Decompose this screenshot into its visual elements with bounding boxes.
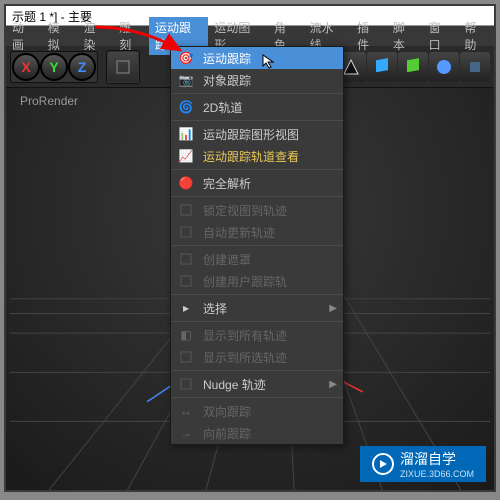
menu-separator — [171, 245, 343, 246]
menu-help[interactable]: 帮助 — [458, 17, 494, 55]
menu-item-6[interactable]: 📈 运动跟踪轨道查看 — [171, 145, 343, 167]
menu-item-11: 自动更新轨迹 — [171, 221, 343, 243]
annotation-arrow — [90, 22, 190, 62]
menu-item-icon: → — [177, 424, 195, 442]
watermark-brand: 溜溜自学 — [400, 451, 456, 467]
menu-item-8[interactable]: 🔴 完全解析 — [171, 172, 343, 194]
menu-item-icon: 🌀 — [177, 98, 195, 116]
menu-animation[interactable]: 动画 — [6, 17, 42, 55]
menubar: 动画 模拟 渲染 雕刻 运动跟踪 运动图形 角色 流水线 插件 脚本 窗口 帮助 — [6, 26, 494, 46]
cube-green-icon[interactable] — [398, 52, 428, 82]
menu-item-icon — [177, 201, 195, 219]
cursor-icon — [262, 54, 278, 75]
menu-item-icon — [177, 348, 195, 366]
menu-item-16[interactable]: ▸ 选择 ▶ — [171, 297, 343, 319]
menu-script[interactable]: 脚本 — [387, 17, 423, 55]
menu-item-label: 创建遮罩 — [203, 251, 251, 268]
menu-item-label: 创建用户跟踪轨 — [203, 273, 287, 290]
menu-item-icon: 📊 — [177, 125, 195, 143]
menu-separator — [171, 93, 343, 94]
menu-item-label: 双向跟踪 — [203, 403, 251, 420]
menu-item-24: → 向前跟踪 — [171, 422, 343, 444]
menu-item-13: 创建遮罩 — [171, 248, 343, 270]
menu-item-label: 运动跟踪 — [203, 50, 251, 67]
menu-separator — [171, 120, 343, 121]
menu-item-icon: 📷 — [177, 71, 195, 89]
menu-item-icon — [177, 375, 195, 393]
menu-item-label: 2D轨道 — [203, 99, 242, 116]
menu-window[interactable]: 窗口 — [423, 17, 459, 55]
menu-item-14: 创建用户跟踪轨 — [171, 270, 343, 292]
menu-item-icon — [177, 223, 195, 241]
menu-item-icon: ◧ — [177, 326, 195, 344]
menu-item-label: 运动跟踪图形视图 — [203, 126, 299, 143]
menu-item-icon — [177, 250, 195, 268]
menu-item-icon: 🔴 — [177, 174, 195, 192]
menu-separator — [171, 397, 343, 398]
menu-item-label: 显示到所有轨迹 — [203, 327, 287, 344]
menu-item-0[interactable]: 🎯运动跟踪 — [171, 47, 343, 69]
menu-item-23: ↔ 双向跟踪 — [171, 400, 343, 422]
menu-item-10: 锁定视图到轨迹 — [171, 199, 343, 221]
misc-tool-icon[interactable] — [460, 52, 490, 82]
menu-item-label: 自动更新轨迹 — [203, 224, 275, 241]
menu-separator — [171, 196, 343, 197]
submenu-arrow-icon: ▶ — [329, 379, 337, 390]
menu-item-label: 完全解析 — [203, 175, 251, 192]
menu-item-19: 显示到所选轨迹 — [171, 346, 343, 368]
menu-item-18: ◧ 显示到所有轨迹 — [171, 324, 343, 346]
sphere-icon[interactable] — [429, 52, 459, 82]
menu-separator — [171, 370, 343, 371]
menu-item-label: 对象跟踪 — [203, 72, 251, 89]
menu-item-icon: 📈 — [177, 147, 195, 165]
menu-separator — [171, 294, 343, 295]
menu-item-1[interactable]: 📷 对象跟踪 — [171, 69, 343, 91]
axis-y-button[interactable]: Y — [40, 53, 68, 81]
menu-item-21[interactable]: Nudge 轨迹 ▶ — [171, 373, 343, 395]
menu-item-label: 显示到所选轨迹 — [203, 349, 287, 366]
watermark: 溜溜自学 ZIXUE.3D66.COM — [360, 446, 486, 482]
menu-item-label: 选择 — [203, 300, 227, 317]
menu-item-label: 锁定视图到轨迹 — [203, 202, 287, 219]
menu-item-icon: ▸ — [177, 299, 195, 317]
menu-plugins[interactable]: 插件 — [351, 17, 387, 55]
menu-item-label: Nudge 轨迹 — [203, 376, 266, 393]
motion-tracking-menu: 🎯运动跟踪 📷 对象跟踪 🌀 2D轨道 📊 运动跟踪图形视图 📈 运动跟踪轨道查看 🔴 完全解析锁定… — [170, 46, 344, 445]
menu-item-5[interactable]: 📊 运动跟踪图形视图 — [171, 123, 343, 145]
submenu-arrow-icon: ▶ — [329, 303, 337, 314]
watermark-url: ZIXUE.3D66.COM — [400, 469, 474, 479]
axis-x-button[interactable]: X — [12, 53, 40, 81]
menu-item-label: 运动跟踪轨道查看 — [203, 148, 299, 165]
play-icon — [372, 453, 394, 475]
renderer-label: ProRender — [20, 94, 78, 108]
cube-blue-icon[interactable] — [367, 52, 397, 82]
menu-separator — [171, 169, 343, 170]
menu-item-label: 向前跟踪 — [203, 425, 251, 442]
menu-simulate[interactable]: 模拟 — [42, 17, 78, 55]
menu-item-icon: ↔ — [177, 402, 195, 420]
menu-separator — [171, 321, 343, 322]
menu-item-icon — [177, 272, 195, 290]
menu-item-3[interactable]: 🌀 2D轨道 — [171, 96, 343, 118]
